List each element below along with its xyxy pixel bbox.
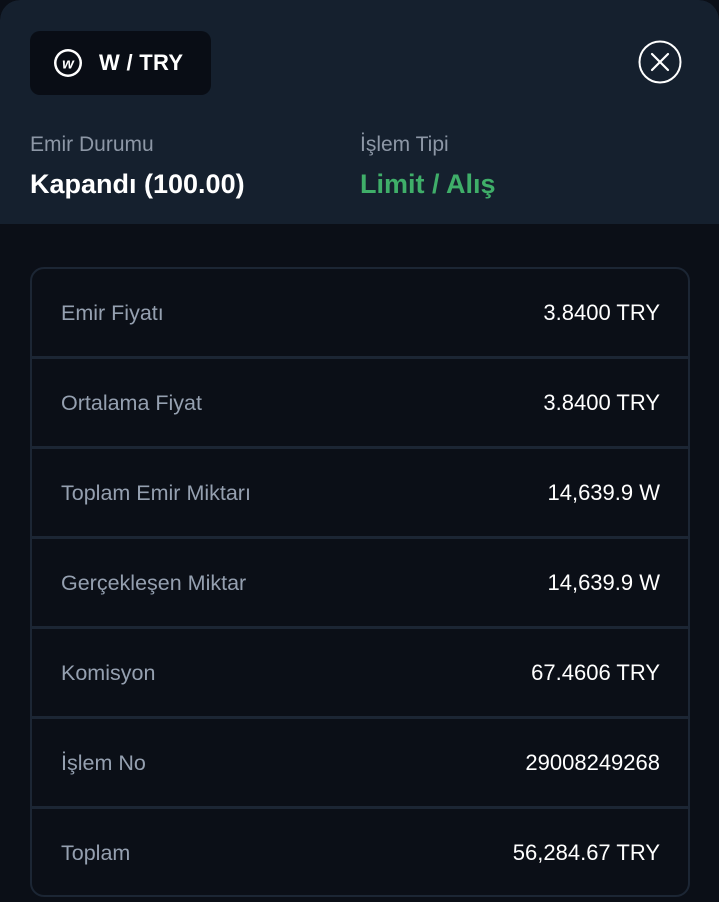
detail-value: 29008249268 <box>525 750 660 775</box>
order-header: w W / TRY Emir Durumu Kapandı (100.00) İ… <box>0 0 719 224</box>
detail-row-total-order-amount: Toplam Emir Miktarı 14,639.9 W <box>32 449 688 537</box>
order-status-value: Kapandı (100.00) <box>30 169 245 199</box>
svg-text:w: w <box>62 56 75 73</box>
trade-type-label: İşlem Tipi <box>360 133 449 156</box>
order-status-label: Emir Durumu <box>30 133 154 156</box>
detail-value: 3.8400 TRY <box>543 300 660 325</box>
detail-value: 14,639.9 W <box>547 480 660 505</box>
close-icon[interactable] <box>638 40 682 88</box>
trading-pair-label: W / TRY <box>99 50 184 75</box>
trading-pair-chip: w W / TRY <box>30 31 211 95</box>
detail-row-average-price: Ortalama Fiyat 3.8400 TRY <box>32 359 688 447</box>
detail-label: Toplam Emir Miktarı <box>61 481 251 505</box>
detail-label: Gerçekleşen Miktar <box>61 571 247 595</box>
detail-label: Toplam <box>61 841 131 865</box>
detail-label: Komisyon <box>61 661 156 685</box>
wormhole-w-icon: w <box>53 48 83 78</box>
detail-row-filled-amount: Gerçekleşen Miktar 14,639.9 W <box>32 539 688 627</box>
detail-label: Ortalama Fiyat <box>61 391 202 415</box>
detail-row-commission: Komisyon 67.4606 TRY <box>32 629 688 717</box>
trade-type-value: Limit / Alış <box>360 169 496 199</box>
detail-row-order-price: Emir Fiyatı 3.8400 TRY <box>32 269 688 357</box>
detail-value: 3.8400 TRY <box>543 390 660 415</box>
detail-row-total: Toplam 56,284.67 TRY <box>32 809 688 895</box>
order-details-card: Emir Fiyatı 3.8400 TRY Ortalama Fiyat 3.… <box>30 267 690 897</box>
detail-label: İşlem No <box>61 751 146 775</box>
detail-value: 56,284.67 TRY <box>512 840 660 865</box>
detail-row-trade-id: İşlem No 29008249268 <box>32 719 688 807</box>
detail-label: Emir Fiyatı <box>61 301 164 325</box>
order-detail-modal: w W / TRY Emir Durumu Kapandı (100.00) İ… <box>0 0 719 902</box>
detail-value: 67.4606 TRY <box>531 660 660 685</box>
detail-value: 14,639.9 W <box>547 570 660 595</box>
close-button[interactable] <box>638 40 682 84</box>
